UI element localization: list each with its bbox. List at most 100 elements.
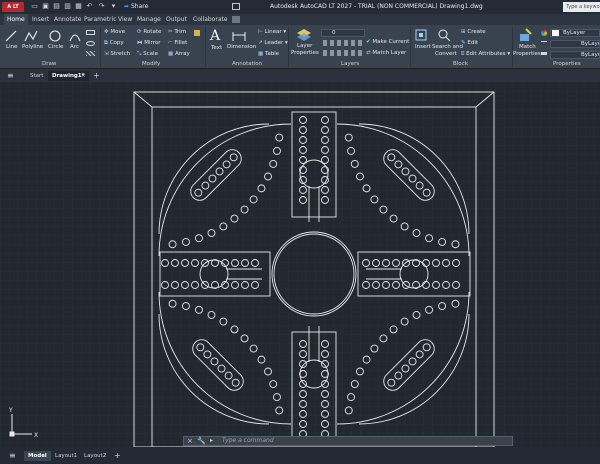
edit-block-button[interactable]: ✎ Edit (461, 40, 478, 46)
scale-button[interactable]: ⤡ Scale (137, 51, 158, 58)
insert-button[interactable]: Insert (415, 44, 431, 50)
panel-title-properties[interactable]: Properties (553, 61, 581, 67)
circle-button[interactable]: Circle (48, 44, 63, 50)
text-button[interactable]: Text (211, 45, 222, 51)
window-title: Autodesk AutoCAD LT 2027 - TRIAL (NON CO… (270, 3, 483, 10)
lineweight-dropdown[interactable]: ByLayer (550, 51, 600, 59)
workspace-icon[interactable] (232, 3, 240, 10)
copy-button[interactable]: ⧉ Copy (104, 40, 124, 47)
plot-icon[interactable]: ▦ (74, 2, 83, 11)
app-menu-button[interactable]: A LT (2, 2, 24, 12)
save-icon[interactable]: ▣ (41, 2, 50, 11)
tab-output[interactable]: Output (166, 14, 187, 25)
array-button[interactable]: ▦ Array (168, 51, 190, 57)
trim-button[interactable]: ✂ Trim (168, 29, 186, 35)
hatch-tool-icon[interactable] (86, 51, 95, 56)
panel-title-annotation[interactable]: Annotation (232, 61, 262, 67)
share-button[interactable]: ➦ Share (124, 2, 148, 12)
array-icon: ▦ (168, 51, 174, 57)
stretch-button[interactable]: ⇲ Stretch (104, 51, 130, 57)
command-input[interactable]: Type a command (222, 436, 274, 446)
tab-insert[interactable]: Insert (32, 14, 49, 25)
tab-annotate[interactable]: Annotate (54, 14, 81, 25)
panel-title-modify[interactable]: Modify (142, 61, 160, 67)
panel-title-draw[interactable]: Draw (42, 61, 56, 67)
open-folder-icon[interactable]: ▭ (30, 2, 39, 11)
panel-divider (288, 27, 289, 67)
layer-tools-icons[interactable] (323, 40, 365, 46)
arc-button[interactable]: Arc (70, 44, 79, 50)
line-tool-icon (5, 30, 17, 42)
edit-attributes-button[interactable]: ⌸ Edit Attributes ▾ (461, 51, 510, 58)
drawing-canvas[interactable]: Y X (0, 82, 600, 448)
search-convert-icon (438, 29, 451, 42)
close-command-icon[interactable]: × (187, 437, 193, 445)
tab-collaborate[interactable]: Collaborate (193, 14, 228, 25)
dimension-button[interactable]: Dimension (227, 44, 256, 50)
rectangle-tool-icon[interactable] (86, 30, 95, 35)
save-as-icon[interactable]: ▤ (52, 2, 61, 11)
search-input[interactable]: Type a keyword (563, 2, 600, 12)
ribbon-tab-bar: Home Insert Annotate Parametric View Man… (0, 14, 600, 25)
leader-icon: ↗ (258, 40, 263, 46)
tab-home[interactable]: Home (4, 14, 28, 25)
ribbon-toggle-icon[interactable] (232, 16, 240, 23)
tab-model[interactable]: Model (24, 451, 51, 461)
search-convert-button[interactable]: Search and (432, 44, 463, 50)
match-properties-icon (520, 28, 532, 41)
tab-view[interactable]: View (118, 14, 132, 25)
move-icon: ✥ (104, 29, 109, 35)
match-properties-button[interactable]: Match (519, 44, 536, 50)
make-current-button[interactable]: ✔ Make Current (366, 39, 409, 45)
erase-icon[interactable] (194, 30, 200, 36)
match-layer-button[interactable]: ⇄ Match Layer (366, 50, 406, 56)
scale-icon: ⤡ (137, 51, 142, 57)
create-block-button[interactable]: ⊞ Create (461, 29, 486, 35)
new-tab-icon[interactable]: + (93, 71, 100, 81)
add-layout-icon[interactable]: + (114, 451, 121, 461)
match-layer-icon: ⇄ (366, 50, 371, 56)
color-wheel-icon (541, 30, 547, 36)
match-properties-button-line2[interactable]: Properties (513, 51, 541, 57)
rotate-button[interactable]: ⟳ Rotate (137, 29, 161, 35)
panel-title-block[interactable]: Block (453, 61, 468, 67)
linear-dropdown[interactable]: ⊢ Linear ▾ (258, 29, 286, 35)
layer-properties-button[interactable]: Layer (297, 43, 312, 49)
layer-dropdown[interactable]: 0 (321, 29, 365, 37)
print-icon[interactable]: ▥ (63, 2, 72, 11)
drawing-svg[interactable]: Y X (0, 82, 600, 448)
redo-icon[interactable]: ↷ (97, 2, 106, 11)
tab-parametric[interactable]: Parametric (84, 14, 117, 25)
layer-properties-icon (297, 29, 311, 41)
customize-icon[interactable]: 🔧 (197, 437, 206, 445)
tab-layout2[interactable]: Layout2 (84, 451, 106, 461)
fillet-button[interactable]: ⌐ Fillet (168, 40, 187, 46)
lineweight-icon (541, 52, 547, 55)
table-button[interactable]: ▦ Table (258, 51, 279, 57)
menu-icon[interactable]: ≡ (7, 71, 14, 81)
line-button[interactable]: Line (6, 44, 17, 50)
panel-divider (512, 27, 513, 67)
polyline-button[interactable]: Polyline (22, 44, 43, 50)
table-icon: ▦ (258, 51, 264, 57)
search-convert-button-line2[interactable]: Convert (435, 51, 457, 57)
command-history-icon[interactable]: ▸ (210, 437, 213, 445)
qat-dropdown-icon[interactable]: ▾ (109, 2, 118, 11)
undo-icon[interactable]: ↶ (85, 2, 94, 11)
layer-properties-button-line2[interactable]: Properties (291, 50, 319, 56)
panel-title-layers[interactable]: Layers (341, 61, 359, 67)
ellipse-tool-icon[interactable] (86, 41, 95, 46)
leader-dropdown[interactable]: ↗ Leader ▾ (258, 40, 288, 46)
linetype-dropdown[interactable]: ByLayer (550, 40, 600, 48)
tab-manage[interactable]: Manage (137, 14, 161, 25)
make-current-icon: ✔ (366, 39, 371, 45)
tab-layout1[interactable]: Layout1 (55, 451, 77, 461)
layout-menu-icon[interactable]: ≡ (9, 451, 16, 461)
mirror-button[interactable]: ⧓ Mirror (137, 40, 160, 46)
move-button[interactable]: ✥ Move (104, 29, 125, 35)
layer-tools-icons-row2[interactable] (323, 50, 365, 56)
tab-close-icon[interactable]: × (81, 71, 86, 81)
panel-divider (100, 27, 101, 67)
tab-start[interactable]: Start (30, 71, 43, 81)
ribbon-panel: Line Polyline Circle Arc Draw ✥ Move ⟳ R… (0, 25, 600, 69)
